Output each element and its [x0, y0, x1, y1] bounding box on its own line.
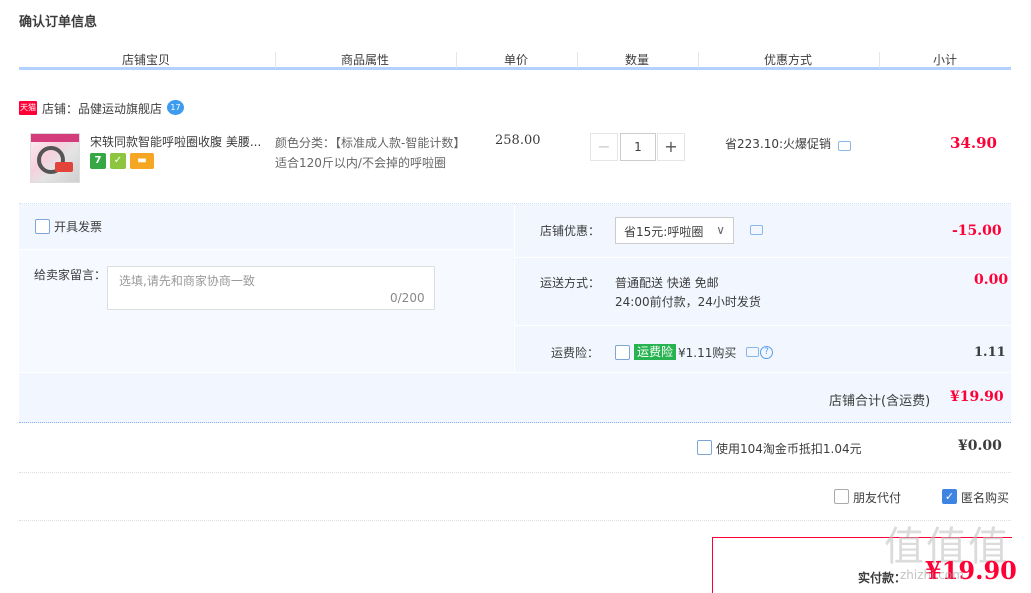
seven-day-return-icon[interactable]: 7 — [90, 153, 106, 169]
panel-divider — [515, 257, 1011, 258]
anonymous-checkbox[interactable]: ✓ — [942, 489, 957, 504]
col-divider — [456, 52, 457, 68]
shop-name-link[interactable]: 店铺：品健运动旗舰店 — [42, 100, 162, 117]
discount-info-icon[interactable] — [750, 225, 763, 235]
col-unit-price: 单价 — [504, 53, 529, 67]
product-thumbnail[interactable] — [30, 133, 80, 183]
quantity-input[interactable]: 1 — [620, 133, 656, 161]
card-payment-icon[interactable]: ▬ — [130, 153, 154, 169]
insurance-checkbox[interactable] — [615, 345, 630, 360]
friend-pay-label: 朋友代付 — [853, 491, 902, 505]
col-subtotal: 小计 — [933, 53, 958, 67]
shop-discount-select[interactable]: 省15元:呼啦圈 ∨ — [615, 217, 734, 244]
insurance-value: 1.11 — [974, 345, 1006, 360]
final-payment-label: 实付款： — [858, 571, 907, 585]
shop-discount-value: -15.00 — [952, 223, 1002, 239]
taobao-coins-checkbox[interactable] — [697, 440, 712, 455]
col-divider — [698, 52, 699, 68]
page-title: 确认订单信息 — [19, 15, 98, 30]
shipping-label: 运送方式： — [540, 276, 601, 290]
shipping-value: 0.00 — [974, 272, 1009, 288]
tmall-icon: 天猫 — [19, 101, 37, 115]
decrease-button[interactable]: − — [590, 133, 618, 161]
anonymous-label: 匿名购买 — [961, 491, 1010, 505]
insurance-label: 运费险： — [551, 346, 600, 360]
note-placeholder: 选填,请先和商家协商一致 — [119, 274, 255, 288]
invoice-label: 开具发票 — [54, 220, 103, 234]
col-divider — [275, 52, 276, 68]
help-icon[interactable]: ? — [760, 346, 773, 359]
note-char-counter: 0/200 — [390, 291, 425, 305]
panel-divider — [514, 204, 515, 372]
insurance-price: ¥1.11购买 — [678, 346, 737, 360]
col-promotion: 优惠方式 — [764, 53, 813, 67]
promotion-info-icon[interactable] — [838, 141, 851, 151]
item-subtotal: 34.90 — [950, 134, 997, 152]
invoice-checkbox[interactable] — [35, 219, 50, 234]
column-header: 店铺宝贝 商品属性 单价 数量 优惠方式 小计 — [19, 48, 1011, 70]
taobao-coins-value: ¥0.00 — [958, 438, 1002, 454]
panel-divider — [515, 325, 1011, 326]
product-title-link[interactable]: 宋轶同款智能呼啦圈收腹 美腰... — [90, 133, 266, 150]
shop-discount-label: 店铺优惠： — [540, 224, 601, 238]
shop-total-value: ¥19.90 — [950, 389, 1004, 405]
guarantee-icon[interactable]: ✓ — [110, 153, 126, 169]
chat-icon[interactable]: 17 — [167, 100, 184, 115]
divider — [19, 472, 1011, 473]
product-property: 颜色分类：【标准成人款-智能计数】适合120斤以内/不会掉的呼啦圈 — [275, 136, 460, 170]
col-quantity: 数量 — [625, 53, 650, 67]
panel-divider — [19, 372, 1011, 373]
note-label: 给卖家留言： — [34, 268, 107, 282]
col-divider — [577, 52, 578, 68]
promotion-text: 省223.10:火爆促销 — [725, 137, 832, 151]
watermark-url: zhizhi.com — [900, 568, 964, 582]
shop-discount-selected: 省15元:呼啦圈 — [624, 225, 704, 239]
increase-button[interactable]: + — [657, 133, 685, 161]
col-shop-item: 店铺宝贝 — [122, 53, 171, 67]
insurance-info-icon[interactable] — [746, 347, 759, 357]
unit-price: 258.00 — [495, 133, 541, 148]
chevron-down-icon: ∨ — [716, 223, 725, 237]
shipping-method: 普通配送 快递 免邮 — [615, 276, 719, 290]
col-property: 商品属性 — [341, 53, 390, 67]
divider — [19, 520, 1011, 521]
insurance-tag: 运费险 — [634, 344, 677, 360]
shipping-desc: 24:00前付款，24小时发货 — [615, 295, 761, 309]
taobao-coins-label: 使用104淘金币抵扣1.04元 — [716, 442, 862, 456]
shop-total-label: 店铺合计(含运费) — [829, 394, 931, 409]
col-divider — [879, 52, 880, 68]
friend-pay-checkbox[interactable] — [834, 489, 849, 504]
